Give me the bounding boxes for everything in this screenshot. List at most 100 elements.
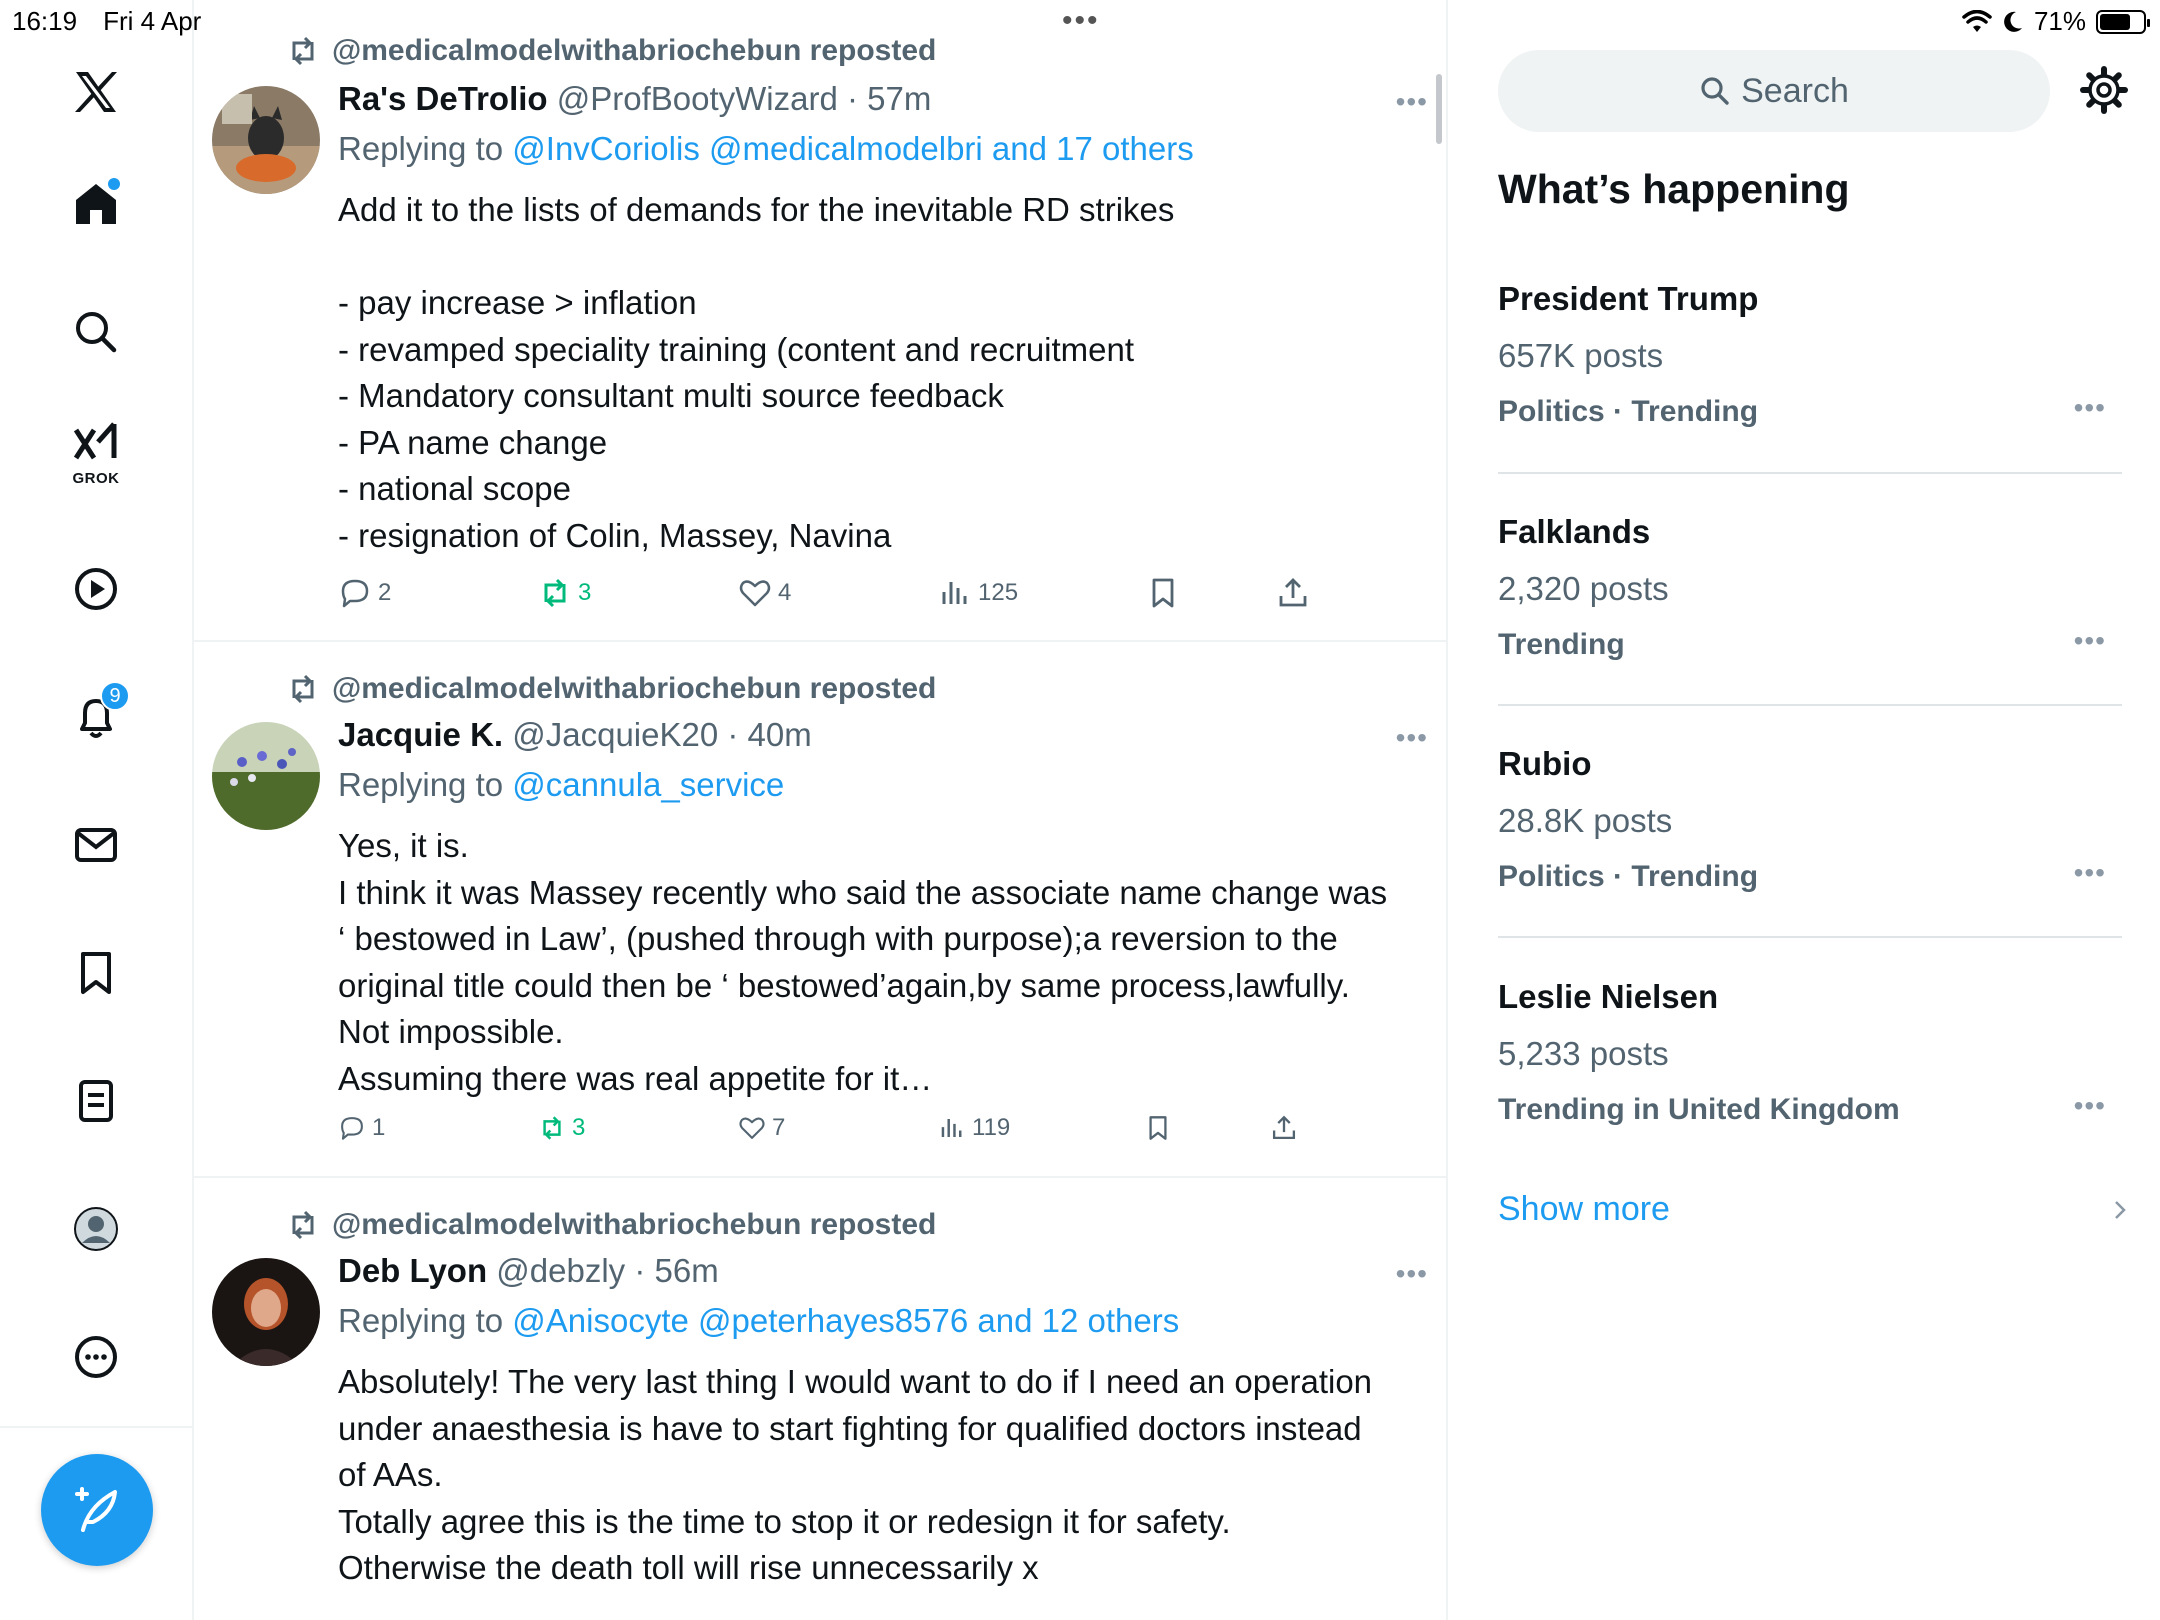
more-options-icon[interactable]: ••• [2074, 625, 2106, 657]
tweet[interactable]: @medicalmodelwithabriochebun reposted Ra… [194, 0, 1446, 642]
avatar[interactable] [212, 722, 320, 830]
repost-context: @medicalmodelwithabriochebun reposted [286, 1208, 936, 1242]
search-input[interactable]: Search [1498, 50, 2050, 132]
video-icon[interactable] [60, 553, 132, 625]
like-button[interactable]: 4 [738, 576, 791, 610]
more-icon[interactable] [60, 1321, 132, 1393]
tweet-time[interactable]: · 57m [847, 80, 931, 117]
bookmark-icon[interactable] [60, 937, 132, 1009]
left-navigation: GROK 9 [0, 0, 194, 1620]
author-name[interactable]: Jacquie K. [338, 716, 503, 753]
repost-label: @medicalmodelwithabriochebun reposted [332, 34, 937, 67]
chevron-right-icon[interactable] [2108, 1198, 2132, 1222]
tweet-line: Yes, it is. [338, 827, 469, 864]
x-logo-icon[interactable] [60, 56, 132, 128]
trend-posts: 5,233 posts [1498, 1035, 1669, 1072]
tweet-line: ‘ bestowed in Law’, (pushed through with… [338, 920, 1338, 957]
profile-icon[interactable] [60, 1193, 132, 1265]
tweet-line: - PA name change [338, 423, 608, 461]
more-options-icon[interactable]: ••• [1396, 86, 1428, 118]
share-button[interactable] [1276, 576, 1310, 610]
tweet-text: Add it to the lists of demands for the i… [338, 187, 1418, 559]
gear-icon[interactable] [2078, 64, 2130, 116]
bookmark-icon [1149, 1116, 1167, 1140]
trend-posts: 657K posts [1498, 337, 1664, 374]
mail-icon[interactable] [60, 809, 132, 881]
tweet-actions: 2 3 4 125 [338, 576, 1338, 616]
more-options-icon[interactable]: ••• [2074, 392, 2106, 424]
tweet[interactable]: @medicalmodelwithabriochebun reposted De… [194, 1178, 1446, 1620]
avatar[interactable] [212, 1258, 320, 1366]
trend-name: Falklands [1498, 513, 1651, 550]
author-name[interactable]: Ra's DeTrolio [338, 80, 548, 117]
compose-button[interactable] [41, 1454, 153, 1566]
views-icon [941, 1118, 962, 1138]
replying-to: Replying to @InvCoriolis @medicalmodelbr… [338, 130, 1194, 168]
more-options-icon[interactable]: ••• [2074, 1090, 2106, 1122]
repost-label: @medicalmodelwithabriochebun reposted [332, 672, 937, 705]
replying-prefix: Replying to [338, 1302, 504, 1339]
more-options-icon[interactable]: ••• [1396, 1258, 1428, 1290]
like-count: 7 [772, 1114, 786, 1141]
tweet-line: - resignation of Colin, Massey, Navina [338, 516, 892, 554]
more-options-icon[interactable]: ••• [2074, 857, 2106, 889]
repost-button[interactable]: 3 [538, 1114, 585, 1142]
share-button[interactable] [1270, 1114, 1298, 1142]
repost-icon [292, 1210, 314, 1240]
tweet-line: Otherwise the death toll will rise unnec… [338, 1549, 1039, 1586]
grok-icon[interactable]: GROK [60, 416, 132, 488]
tweet[interactable]: @medicalmodelwithabriochebun reposted Ja… [194, 642, 1446, 1178]
repost-count: 3 [572, 1114, 586, 1141]
view-count: 125 [978, 579, 1019, 606]
compose-icon [75, 1487, 117, 1532]
reply-icon [341, 1117, 363, 1140]
timeline[interactable]: @medicalmodelwithabriochebun reposted Ra… [194, 0, 1448, 1620]
trend-name: Leslie Nielsen [1498, 978, 1719, 1015]
right-sidebar: Search What’s happening President Trump … [1448, 0, 2160, 1620]
tweet-line: under anaesthesia is have to start fight… [338, 1409, 1362, 1447]
author-name[interactable]: Deb Lyon [338, 1252, 487, 1289]
scrollbar[interactable] [1436, 74, 1442, 144]
reply-button[interactable]: 2 [338, 576, 391, 610]
replying-links[interactable]: @Anisocyte @peterhayes8576 and 12 others [512, 1302, 1179, 1339]
reply-button[interactable]: 1 [338, 1114, 385, 1142]
tweet-text: Yes, it is. I think it was Massey recent… [338, 823, 1418, 1102]
trend-posts: 28.8K posts [1498, 802, 1673, 839]
repost-button[interactable]: 3 [538, 576, 591, 610]
trend-category: Trending [1498, 628, 1625, 661]
home-icon[interactable] [60, 168, 132, 240]
divider [1498, 704, 2122, 706]
trend-category: Trending in United Kingdom [1498, 1093, 1900, 1126]
tweet-actions: 1 3 7 119 [338, 1114, 1338, 1154]
like-button[interactable]: 7 [738, 1114, 785, 1142]
views-icon [942, 582, 967, 604]
trend-posts: 2,320 posts [1498, 570, 1669, 607]
divider [1498, 472, 2122, 474]
tweet-line: I think it was Massey recently who said … [338, 873, 1388, 911]
tweet-time[interactable]: · 40m [727, 716, 811, 753]
avatar[interactable] [212, 86, 320, 194]
replying-links[interactable]: @cannula_service [512, 766, 784, 803]
tweet-time[interactable]: · 56m [634, 1252, 718, 1289]
replying-links[interactable]: @InvCoriolis @medicalmodelbri and 17 oth… [512, 130, 1193, 167]
like-count: 4 [778, 579, 792, 606]
author-handle[interactable]: @JacquieK20 [512, 716, 718, 753]
views-button[interactable]: 119 [938, 1114, 1010, 1142]
heart-icon [739, 580, 771, 607]
tweet-line: of AAs. [338, 1456, 443, 1493]
tweet-text: Absolutely! The very last thing I would … [338, 1359, 1418, 1592]
author-handle[interactable]: @ProfBootyWizard [557, 80, 838, 117]
views-button[interactable]: 125 [938, 576, 1018, 610]
show-more-link[interactable]: Show more [1498, 1190, 1670, 1229]
bookmark-button[interactable] [1146, 576, 1180, 610]
repost-icon [543, 1116, 561, 1140]
lists-icon[interactable] [60, 1065, 132, 1137]
author-handle[interactable]: @debzly [496, 1252, 625, 1289]
bookmark-button[interactable] [1144, 1114, 1172, 1142]
notifications-icon[interactable]: 9 [60, 681, 132, 753]
more-options-icon[interactable]: ••• [1396, 722, 1428, 754]
tweet-line: - national scope [338, 470, 571, 507]
repost-context: @medicalmodelwithabriochebun reposted [286, 34, 936, 68]
search-icon[interactable] [60, 296, 132, 368]
replying-to: Replying to @Anisocyte @peterhayes8576 a… [338, 1302, 1179, 1340]
